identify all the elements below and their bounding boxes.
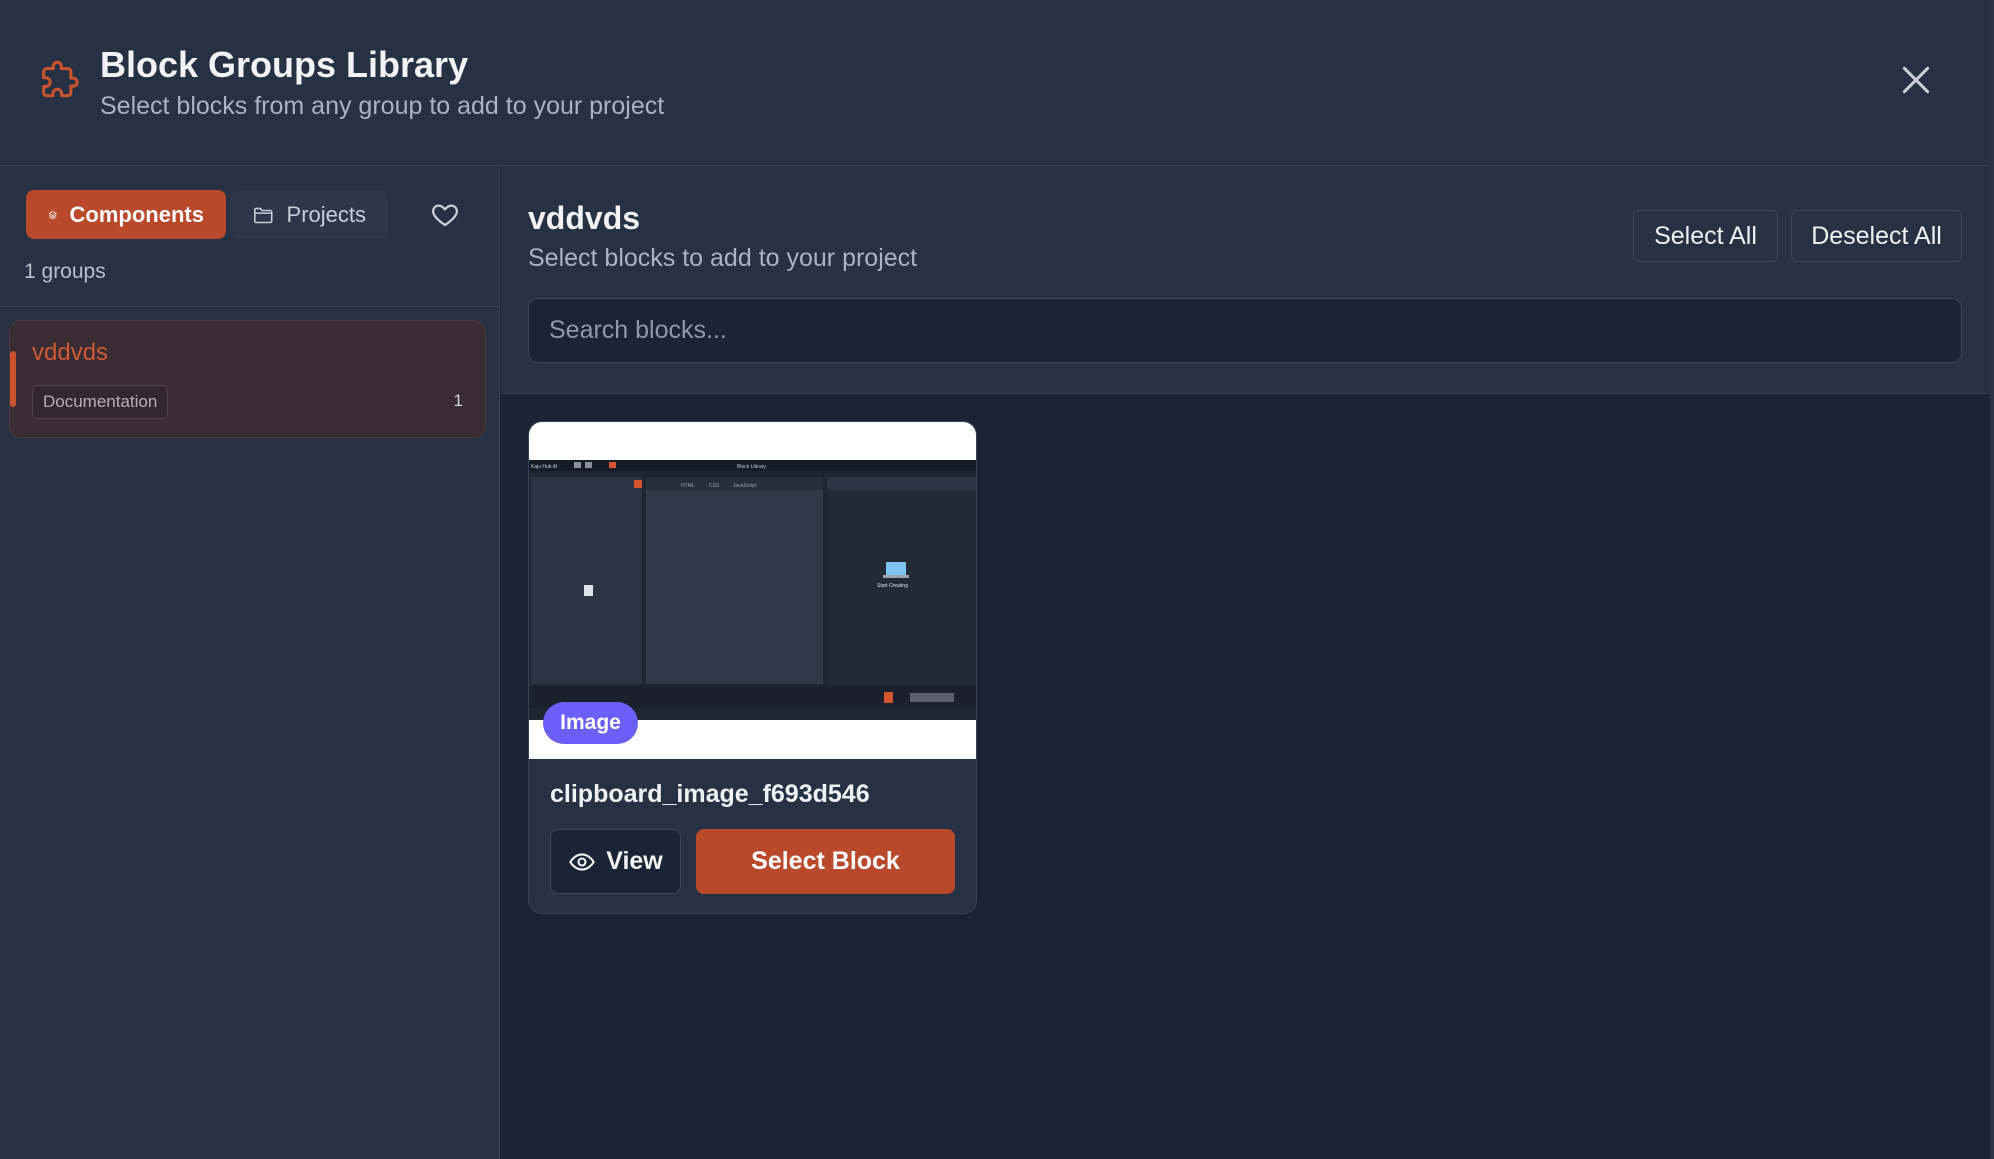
view-button[interactable]: View [550,829,681,894]
dialog-header: Block Groups Library Select blocks from … [0,0,1994,166]
svg-text:Block Library: Block Library [737,464,766,470]
select-block-button[interactable]: Select Block [696,829,955,894]
group-item-vddvds[interactable]: vddvds Documentation 1 [9,320,486,438]
dialog-title: Block Groups Library [100,44,469,85]
svg-text:JavaScript: JavaScript [733,483,757,489]
svg-text:CSS: CSS [709,483,720,489]
window-edge [1990,0,1994,1159]
sidebar-divider [0,306,500,307]
heart-icon[interactable] [430,200,460,230]
layers-icon [48,210,57,219]
group-subtitle: Select blocks to add to your project [528,244,918,272]
group-title: vddvds [528,200,641,236]
group-tag: Documentation [32,385,169,419]
deselect-all-button[interactable]: Deselect All [1791,210,1962,262]
sidebar: Components Projects 1 groups vddvds Docu… [0,166,500,1159]
block-card: Kaju Hub AI Block Library HTML CSS JavaS… [528,421,977,914]
svg-text:Kaju Hub AI: Kaju Hub AI [531,464,557,470]
close-icon[interactable] [1896,60,1936,100]
tab-projects[interactable]: Projects [230,190,388,239]
group-block-count: 1 [453,391,463,410]
group-count: 1 groups [24,260,106,283]
search-input[interactable] [528,298,1962,363]
svg-text:Start Creating: Start Creating [877,583,908,589]
tab-components[interactable]: Components [26,190,226,239]
tab-components-label: Components [69,201,204,227]
active-indicator [10,351,16,407]
screenshot-preview: Kaju Hub AI Block Library HTML CSS JavaS… [529,460,976,720]
tab-projects-label: Projects [286,201,366,227]
group-header: vddvds Select blocks to add to your proj… [501,166,1994,394]
eye-icon [569,852,595,871]
dialog-subtitle: Select blocks from any group to add to y… [100,92,665,120]
select-all-button[interactable]: Select All [1633,210,1778,262]
block-thumbnail[interactable]: Kaju Hub AI Block Library HTML CSS JavaS… [529,422,976,759]
block-type-badge: Image [543,702,638,744]
puzzle-icon [42,60,79,98]
folder-icon [254,207,273,223]
group-name: vddvds [32,339,109,366]
svg-text:HTML: HTML [681,483,695,489]
view-button-label: View [606,847,663,875]
block-name: clipboard_image_f693d546 [550,780,870,808]
